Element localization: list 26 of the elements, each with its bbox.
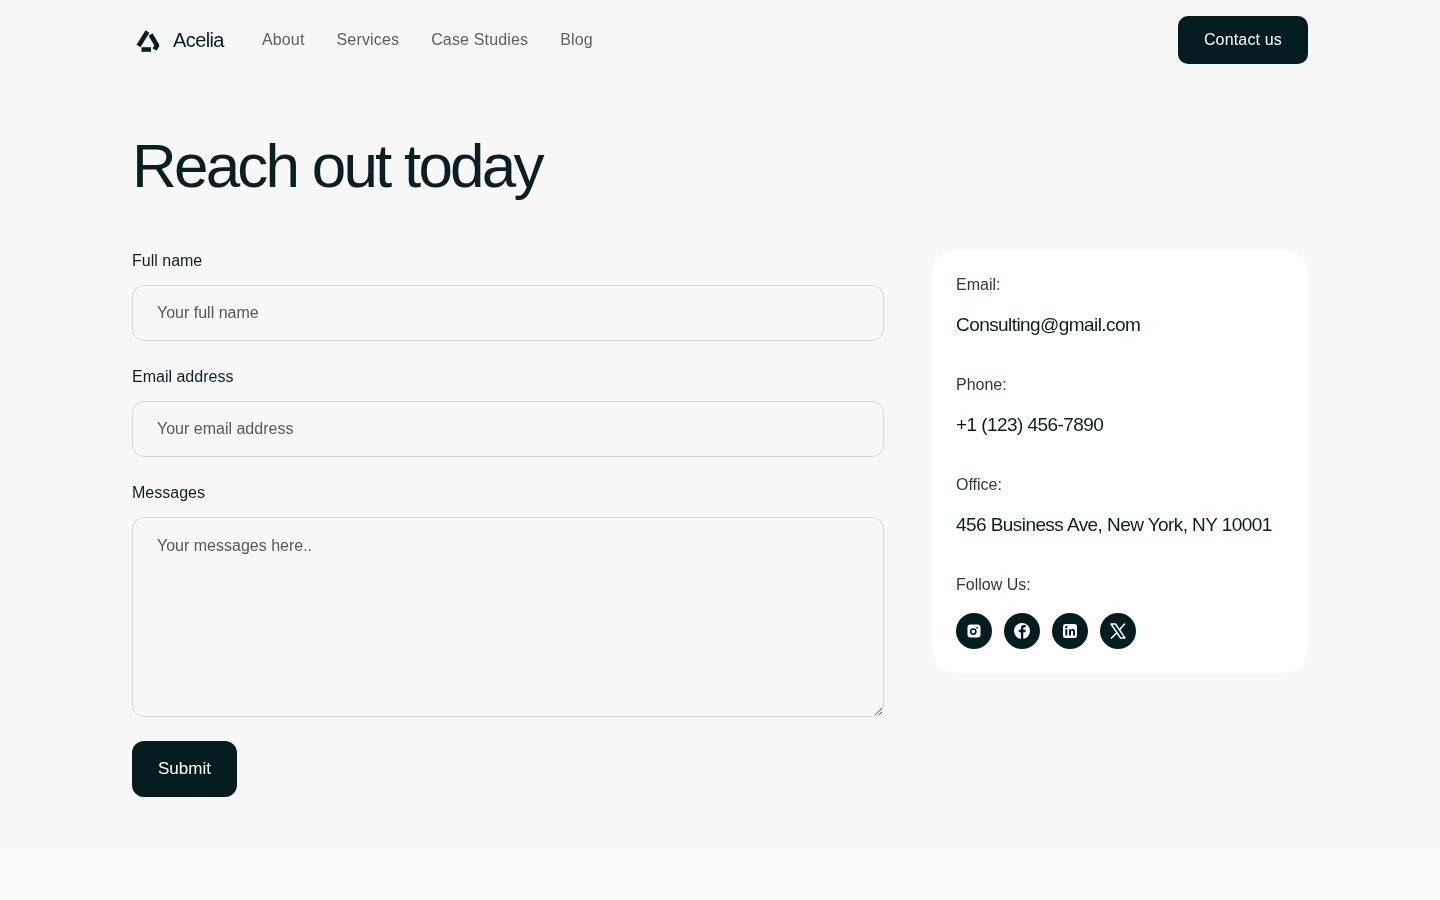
- contact-button[interactable]: Contact us: [1177, 16, 1308, 64]
- contact-label: Phone:: [956, 375, 1007, 395]
- nav-link[interactable]: About: [261, 28, 305, 52]
- field-label: Full name: [132, 251, 203, 271]
- nav-link[interactable]: Case Studies: [431, 28, 529, 52]
- submit-button[interactable]: Submit: [132, 741, 237, 797]
- nav-link[interactable]: Services: [336, 28, 400, 52]
- nav-link[interactable]: Blog: [560, 28, 593, 52]
- input-field[interactable]: Your full name: [132, 285, 884, 341]
- contact-label: Office:: [956, 475, 1002, 495]
- follow-label: Follow Us:: [956, 575, 1031, 595]
- contact-value: +1 (123) 456-7890: [956, 413, 1104, 437]
- facebook-icon[interactable]: [1004, 613, 1040, 649]
- brand-name[interactable]: Acelia: [173, 25, 224, 55]
- message-field[interactable]: Your messages here..: [132, 517, 884, 717]
- page-heading: Reach out today: [132, 130, 542, 202]
- linkedin-icon[interactable]: [1052, 613, 1088, 649]
- contact-value: Consulting@gmail.com: [956, 313, 1141, 337]
- x-icon[interactable]: [1100, 613, 1136, 649]
- field-label: Email address: [132, 367, 234, 387]
- input-field[interactable]: Your email address: [132, 401, 884, 457]
- field-label: Messages: [132, 483, 205, 503]
- contact-label: Email:: [956, 275, 1001, 295]
- contact-value: 456 Business Ave, New York, NY 10001: [956, 513, 1272, 537]
- logo-icon[interactable]: [135, 28, 160, 52]
- instagram-icon[interactable]: [956, 613, 992, 649]
